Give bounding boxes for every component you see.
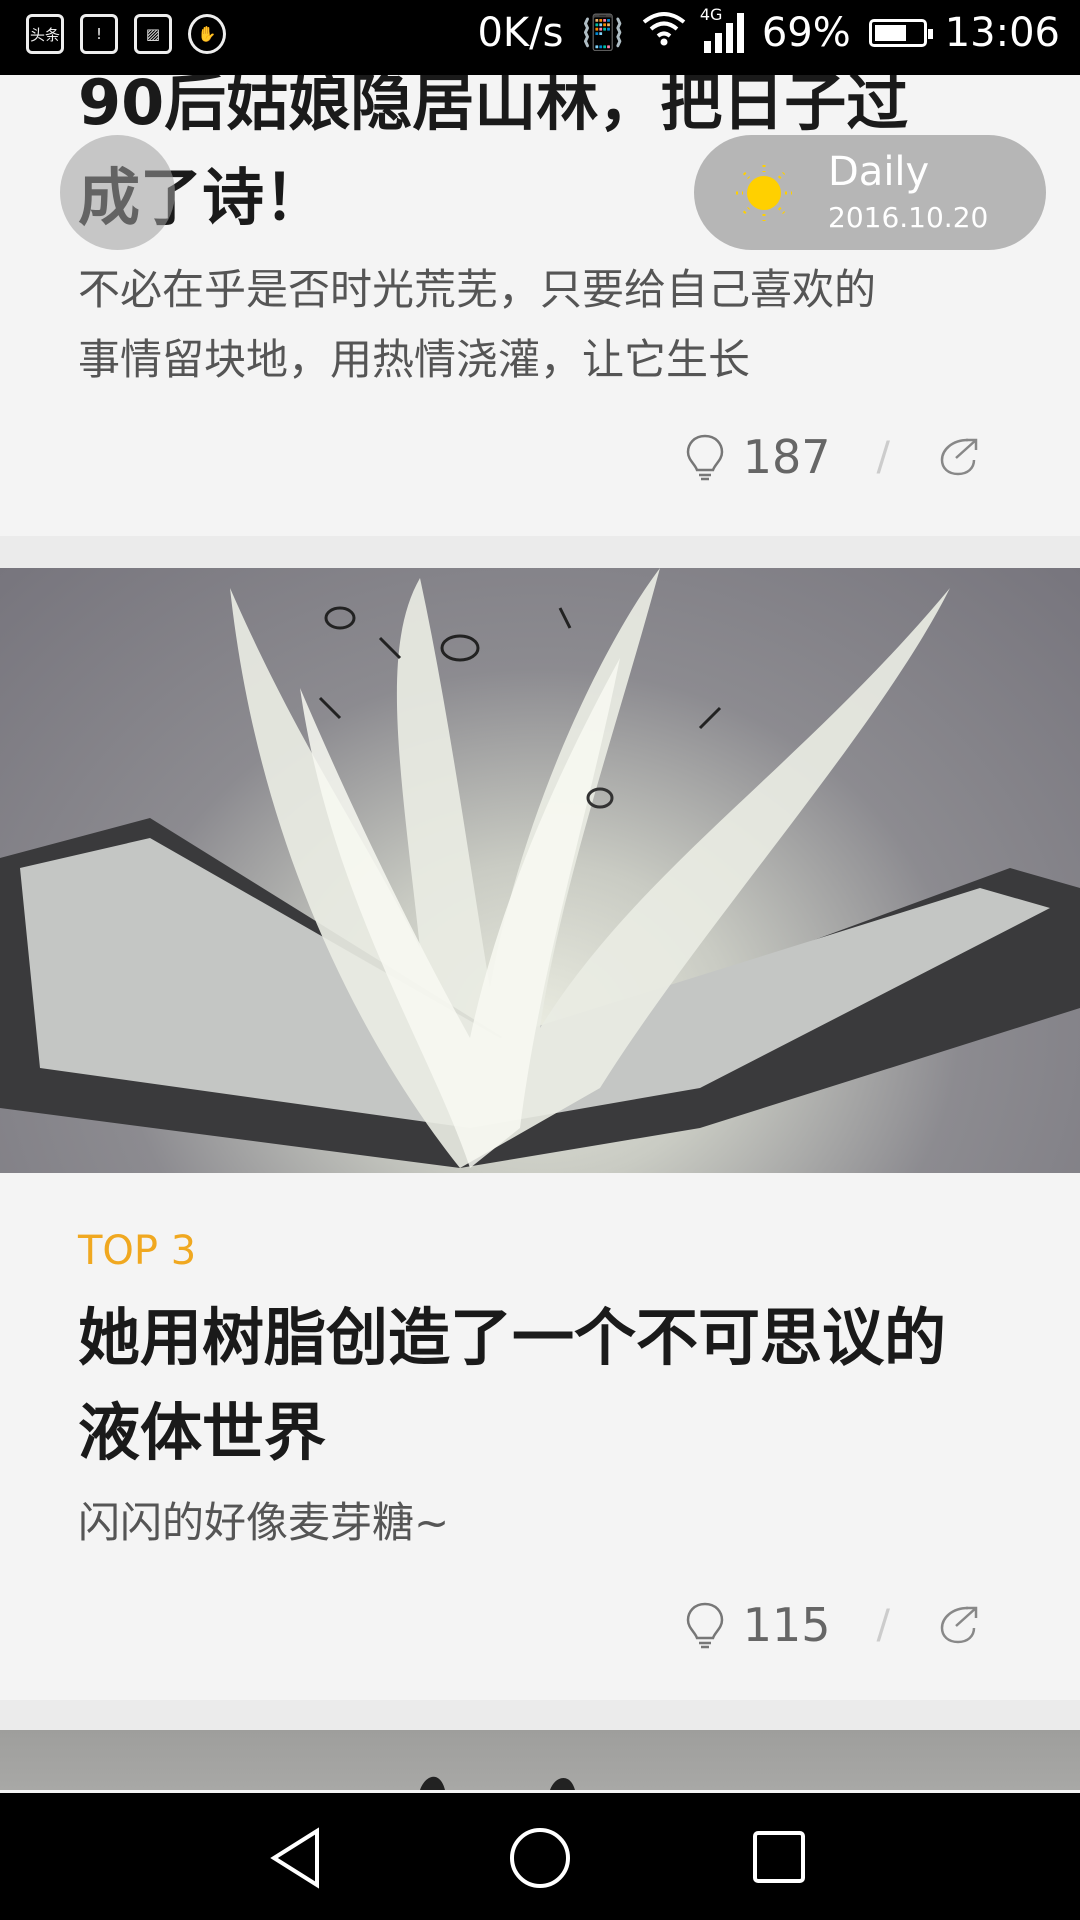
image-icon: ▨	[134, 14, 172, 54]
article-card[interactable]: 90后姑娘隐居山林，把日子过 成了诗！ 不必在乎是否时光荒芜，只要给自己喜欢的 …	[0, 50, 1080, 536]
daily-label: Daily	[828, 149, 930, 195]
recent-square-icon[interactable]	[745, 1823, 815, 1893]
article-card[interactable]: TOP 3 她用树脂创造了一个不可思议的 液体世界 闪闪的好像麦芽糖~ 115 …	[0, 568, 1080, 1700]
home-circle-icon[interactable]	[505, 1823, 575, 1893]
battery-warning-icon: !	[80, 14, 118, 54]
divider: /	[876, 1602, 890, 1648]
share-icon[interactable]	[938, 436, 980, 478]
signal-icon: 4G	[700, 5, 744, 53]
article-meta: 187 /	[685, 430, 980, 484]
toutiao-app-icon: 头条	[26, 14, 64, 54]
sun-icon	[736, 165, 792, 221]
article-hero-image[interactable]	[0, 568, 1080, 1173]
lightbulb-icon[interactable]	[685, 1601, 725, 1649]
vibrate-icon: 📳	[581, 13, 624, 53]
clock: 13:06	[944, 10, 1060, 56]
hand-icon: ✋	[188, 14, 226, 54]
ranking-tag: TOP 3	[78, 1228, 197, 1274]
daily-date-button[interactable]: Daily 2016.10.20	[694, 135, 1046, 250]
divider: /	[876, 434, 890, 480]
article-title[interactable]: 她用树脂创造了一个不可思议的 液体世界	[78, 1290, 1018, 1480]
article-hero-image[interactable]	[0, 1730, 1080, 1790]
article-description: 不必在乎是否时光荒芜，只要给自己喜欢的 事情留块地，用热情浇灌，让它生长	[78, 265, 877, 384]
share-icon[interactable]	[938, 1604, 980, 1646]
battery-icon	[868, 19, 933, 47]
status-bar: 头条 ! ▨ ✋ 0K/s 📳 4G 69% 13:06	[0, 0, 1080, 75]
navigation-bar	[0, 1793, 1080, 1920]
menu-float-button[interactable]	[60, 135, 175, 250]
like-count: 115	[742, 1598, 831, 1652]
card-divider	[0, 536, 1080, 568]
article-description: 闪闪的好像麦芽糖~	[78, 1498, 450, 1547]
like-count: 187	[742, 430, 831, 484]
lightbulb-icon[interactable]	[685, 433, 725, 481]
wifi-icon	[642, 10, 686, 56]
back-triangle-icon[interactable]	[262, 1823, 332, 1893]
article-meta: 115 /	[685, 1598, 980, 1652]
daily-date: 2016.10.20	[828, 201, 989, 234]
battery-percent: 69%	[761, 10, 851, 56]
net-speed: 0K/s	[477, 10, 564, 56]
card-divider	[0, 1700, 1080, 1730]
network-type: 4G	[699, 5, 723, 24]
